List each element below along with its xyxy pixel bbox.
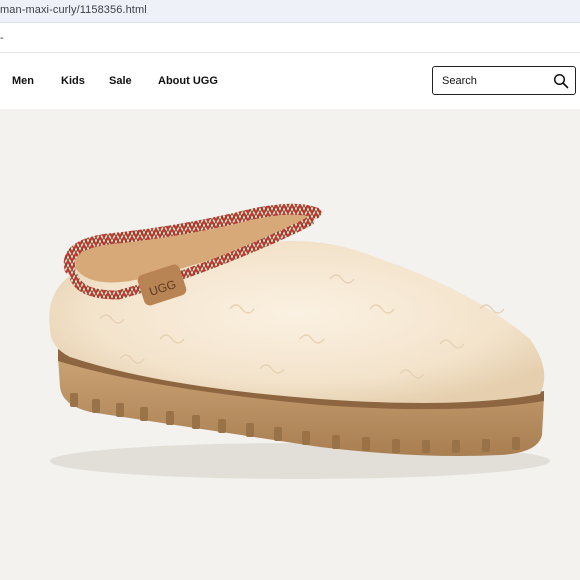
promo-bar: -	[0, 23, 580, 53]
search-icon[interactable]	[553, 73, 569, 89]
product-image-area: UGG	[0, 109, 580, 580]
url-text[interactable]: man-maxi-curly/1158356.html	[0, 4, 147, 16]
nav-item-men[interactable]: Men	[12, 75, 34, 87]
product-image: UGG	[49, 203, 550, 479]
nav-item-sale[interactable]: Sale	[109, 75, 132, 87]
promo-text: -	[0, 32, 4, 44]
search-box[interactable]: Search	[432, 66, 576, 95]
search-input[interactable]: Search	[442, 75, 477, 87]
nav-item-about-ugg[interactable]: About UGG	[158, 75, 218, 87]
nav-item-kids[interactable]: Kids	[61, 75, 85, 87]
browser-url-bar[interactable]: man-maxi-curly/1158356.html	[0, 0, 580, 23]
main-navigation: Men Kids Sale About UGG Search	[0, 53, 580, 109]
